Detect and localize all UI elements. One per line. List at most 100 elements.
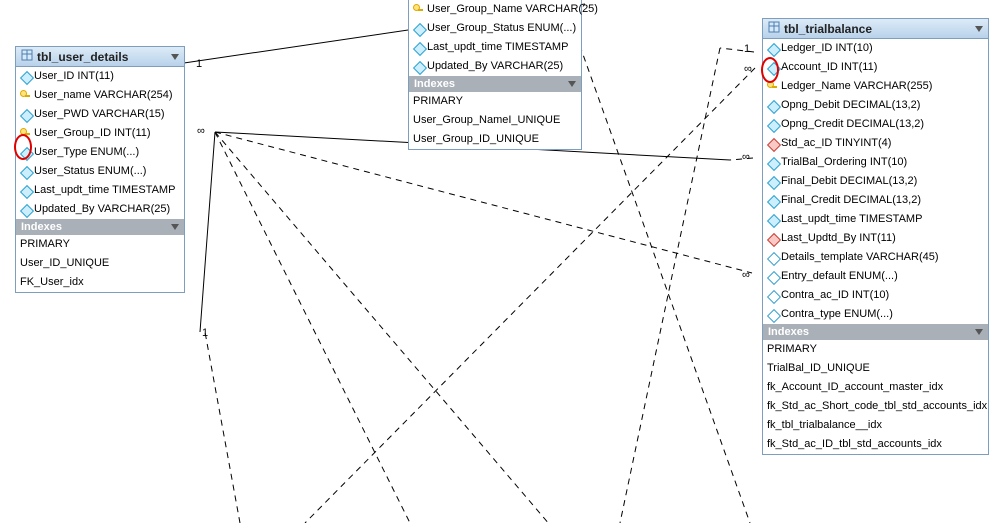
column-text: Ledger_Name VARCHAR(255)	[781, 79, 932, 94]
index-row[interactable]: User_Group_ID_UNIQUE	[409, 130, 581, 149]
index-text: PRIMARY	[767, 342, 817, 357]
indexes-header[interactable]: Indexes	[763, 324, 988, 340]
index-row[interactable]: fk_Std_ac_Short_code_tbl_std_accounts_id…	[763, 397, 988, 416]
collapse-icon[interactable]	[171, 54, 179, 60]
column-row[interactable]: Opng_Credit DECIMAL(13,2)	[763, 115, 988, 134]
column-text: Contra_ac_ID INT(10)	[781, 288, 889, 303]
collapse-icon[interactable]	[975, 26, 983, 32]
column-text: User_PWD VARCHAR(15)	[34, 107, 165, 122]
index-row[interactable]: PRIMARY	[16, 235, 184, 254]
svg-text:∞: ∞	[742, 151, 750, 163]
column-text: Entry_default ENUM(...)	[781, 269, 898, 284]
indexes-header[interactable]: Indexes	[409, 76, 581, 92]
column-row[interactable]: Contra_type ENUM(...)	[763, 305, 988, 324]
column-text: Opng_Credit DECIMAL(13,2)	[781, 117, 924, 132]
collapse-icon[interactable]	[568, 81, 576, 87]
collapse-icon[interactable]	[171, 224, 179, 230]
index-text: User_Group_ID_UNIQUE	[413, 132, 539, 147]
column-row[interactable]: Ledger_Name VARCHAR(255)	[763, 77, 988, 96]
index-row[interactable]: User_ID_UNIQUE	[16, 254, 184, 273]
indexes-header[interactable]: Indexes	[16, 219, 184, 235]
column-text: Opng_Debit DECIMAL(13,2)	[781, 98, 920, 113]
index-text: PRIMARY	[20, 237, 70, 252]
column-row[interactable]: Final_Credit DECIMAL(13,2)	[763, 191, 988, 210]
column-row[interactable]: TrialBal_Ordering INT(10)	[763, 153, 988, 172]
column-row[interactable]: Updated_By VARCHAR(25)	[16, 200, 184, 219]
column-text: User_Status ENUM(...)	[34, 164, 146, 179]
column-text: User_Type ENUM(...)	[34, 145, 139, 160]
column-row[interactable]: Std_ac_ID TINYINT(4)	[763, 134, 988, 153]
column-row[interactable]: Final_Debit DECIMAL(13,2)	[763, 172, 988, 191]
table-user-group[interactable]: User_Group_Name VARCHAR(25) User_Group_S…	[408, 0, 582, 150]
column-text: Last_Updtd_By INT(11)	[781, 231, 896, 246]
svg-text:1: 1	[202, 327, 208, 339]
table-title: tbl_trialbalance	[784, 22, 971, 36]
index-text: FK_User_idx	[20, 275, 84, 290]
column-text: TrialBal_Ordering INT(10)	[781, 155, 907, 170]
column-row[interactable]: User_Group_ID INT(11)	[16, 124, 184, 143]
index-row[interactable]: FK_User_idx	[16, 273, 184, 292]
column-row[interactable]: User_Type ENUM(...)	[16, 143, 184, 162]
column-text: Final_Debit DECIMAL(13,2)	[781, 174, 917, 189]
svg-text:∞: ∞	[197, 125, 205, 137]
column-text: Updated_By VARCHAR(25)	[34, 202, 170, 217]
table-header-user-details[interactable]: tbl_user_details	[16, 47, 184, 67]
column-text: Final_Credit DECIMAL(13,2)	[781, 193, 921, 208]
column-row[interactable]: Account_ID INT(11)	[763, 58, 988, 77]
index-text: User_ID_UNIQUE	[20, 256, 109, 271]
table-user-details[interactable]: tbl_user_details User_ID INT(11) User_na…	[15, 46, 185, 293]
index-row[interactable]: PRIMARY	[763, 340, 988, 359]
column-text: Details_template VARCHAR(45)	[781, 250, 939, 265]
column-text: Last_updt_time TIMESTAMP	[427, 40, 568, 55]
column-row[interactable]: Last_updt_time TIMESTAMP	[763, 210, 988, 229]
index-row[interactable]: fk_Account_ID_account_master_idx	[763, 378, 988, 397]
column-text: Std_ac_ID TINYINT(4)	[781, 136, 891, 151]
table-header-trialbalance[interactable]: tbl_trialbalance	[763, 19, 988, 39]
column-row[interactable]: Last_Updtd_By INT(11)	[763, 229, 988, 248]
svg-text:1: 1	[744, 43, 750, 55]
index-row[interactable]: User_Group_NameI_UNIQUE	[409, 111, 581, 130]
table-trialbalance[interactable]: tbl_trialbalance Ledger_ID INT(10) Accou…	[762, 18, 989, 455]
svg-text:∞: ∞	[744, 63, 752, 75]
column-row[interactable]: Updated_By VARCHAR(25)	[409, 57, 581, 76]
column-row[interactable]: User_Status ENUM(...)	[16, 162, 184, 181]
column-row[interactable]: User_Group_Status ENUM(...)	[409, 19, 581, 38]
index-row[interactable]: PRIMARY	[409, 92, 581, 111]
index-text: fk_Std_ac_ID_tbl_std_accounts_idx	[767, 437, 942, 452]
column-text: Last_updt_time TIMESTAMP	[781, 212, 922, 227]
column-text: Contra_type ENUM(...)	[781, 307, 893, 322]
column-row[interactable]: Last_updt_time TIMESTAMP	[16, 181, 184, 200]
index-row[interactable]: TrialBal_ID_UNIQUE	[763, 359, 988, 378]
column-text: User_Group_Status ENUM(...)	[427, 21, 576, 36]
index-text: fk_tbl_trialbalance__idx	[767, 418, 882, 433]
column-text: Last_updt_time TIMESTAMP	[34, 183, 175, 198]
column-row[interactable]: User_PWD VARCHAR(15)	[16, 105, 184, 124]
column-row[interactable]: User_Group_Name VARCHAR(25)	[409, 0, 581, 19]
table-icon	[21, 49, 33, 64]
svg-text:1: 1	[196, 58, 202, 70]
column-row[interactable]: Last_updt_time TIMESTAMP	[409, 38, 581, 57]
column-text: User_ID INT(11)	[34, 69, 114, 84]
column-row[interactable]: User_name VARCHAR(254)	[16, 86, 184, 105]
column-text: Account_ID INT(11)	[781, 60, 877, 75]
collapse-icon[interactable]	[975, 329, 983, 335]
table-icon	[768, 21, 780, 36]
column-row[interactable]: Opng_Debit DECIMAL(13,2)	[763, 96, 988, 115]
column-text: Updated_By VARCHAR(25)	[427, 59, 563, 74]
index-row[interactable]: fk_tbl_trialbalance__idx	[763, 416, 988, 435]
index-text: TrialBal_ID_UNIQUE	[767, 361, 870, 376]
column-text: User_Group_Name VARCHAR(25)	[427, 2, 598, 17]
table-title: tbl_user_details	[37, 50, 167, 64]
column-text: User_name VARCHAR(254)	[34, 88, 173, 103]
column-text: User_Group_ID INT(11)	[34, 126, 151, 141]
column-row[interactable]: Entry_default ENUM(...)	[763, 267, 988, 286]
column-row[interactable]: Details_template VARCHAR(45)	[763, 248, 988, 267]
svg-text:∞: ∞	[742, 269, 750, 281]
index-text: User_Group_NameI_UNIQUE	[413, 113, 560, 128]
column-row[interactable]: Ledger_ID INT(10)	[763, 39, 988, 58]
index-text: fk_Account_ID_account_master_idx	[767, 380, 943, 395]
column-row[interactable]: User_ID INT(11)	[16, 67, 184, 86]
index-row[interactable]: fk_Std_ac_ID_tbl_std_accounts_idx	[763, 435, 988, 454]
index-text: fk_Std_ac_Short_code_tbl_std_accounts_id…	[767, 399, 987, 414]
column-row[interactable]: Contra_ac_ID INT(10)	[763, 286, 988, 305]
